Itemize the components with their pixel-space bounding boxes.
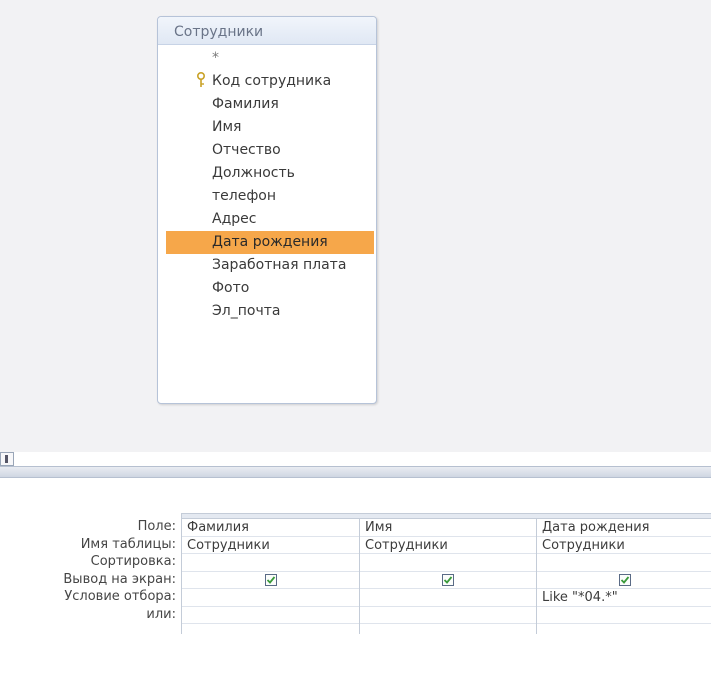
field-item-zarabotnaya-plata[interactable]: Заработная плата bbox=[166, 254, 374, 277]
cell-table[interactable]: Сотрудники bbox=[182, 537, 359, 554]
field-item-telefon[interactable]: телефон bbox=[166, 185, 374, 208]
checkmark-icon bbox=[620, 575, 629, 584]
checkmark-icon bbox=[266, 575, 275, 584]
cell-criteria[interactable]: Like "*04.*" bbox=[537, 589, 711, 607]
cell-table[interactable]: Сотрудники bbox=[537, 537, 711, 554]
pane-splitter[interactable] bbox=[0, 466, 711, 478]
cell-field[interactable]: Фамилия bbox=[182, 519, 359, 537]
query-grid: Поле: Имя таблицы: Сортировка: Вывод на … bbox=[0, 478, 711, 673]
row-label-criteria: Условие отбора: bbox=[64, 589, 176, 604]
cell-field[interactable]: Имя bbox=[360, 519, 536, 537]
cell-table[interactable]: Сотрудники bbox=[360, 537, 536, 554]
field-item-familiya[interactable]: Фамилия bbox=[166, 93, 374, 116]
cell-show[interactable] bbox=[537, 572, 711, 589]
field-item-foto[interactable]: Фото bbox=[166, 277, 374, 300]
table-field-list-window[interactable]: Сотрудники * Код сотрудника Фамилия Имя … bbox=[157, 16, 377, 404]
row-label-or: или: bbox=[146, 606, 176, 622]
grid-column-1: Фамилия Сотрудники bbox=[182, 519, 360, 634]
cell-criteria[interactable] bbox=[182, 589, 359, 607]
show-checkbox[interactable] bbox=[618, 573, 631, 586]
cell-show[interactable] bbox=[360, 572, 536, 589]
cell-show[interactable] bbox=[182, 572, 359, 589]
show-checkbox[interactable] bbox=[264, 573, 277, 586]
cell-sort[interactable] bbox=[537, 554, 711, 572]
field-list: * Код сотрудника Фамилия Имя Отчество До… bbox=[158, 47, 374, 399]
query-design-area: Сотрудники * Код сотрудника Фамилия Имя … bbox=[0, 0, 711, 452]
key-icon bbox=[196, 71, 206, 88]
field-label: Код сотрудника bbox=[212, 73, 332, 89]
cell-or[interactable] bbox=[537, 607, 711, 624]
grid-row-labels: Поле: Имя таблицы: Сортировка: Вывод на … bbox=[0, 518, 180, 623]
cell-criteria[interactable] bbox=[360, 589, 536, 607]
scroll-arrow-icon bbox=[5, 455, 8, 463]
cell-or[interactable] bbox=[360, 607, 536, 624]
grid-columns: Фамилия Сотрудники Имя Сотрудники Дата р… bbox=[181, 513, 711, 634]
row-label-show: Вывод на экран: bbox=[63, 571, 176, 587]
row-label-table: Имя таблицы: bbox=[80, 536, 176, 552]
scroll-left-button[interactable] bbox=[0, 452, 14, 466]
field-item-dolzhnost[interactable]: Должность bbox=[166, 162, 374, 185]
field-item-kod-sotrudnika[interactable]: Код сотрудника bbox=[166, 70, 374, 93]
field-all-star[interactable]: * bbox=[166, 47, 374, 70]
table-title[interactable]: Сотрудники bbox=[158, 17, 376, 45]
grid-column-3: Дата рождения Сотрудники Like "*04.*" bbox=[537, 519, 711, 634]
grid-column-2: Имя Сотрудники bbox=[360, 519, 537, 634]
cell-sort[interactable] bbox=[182, 554, 359, 572]
cell-or[interactable] bbox=[182, 607, 359, 624]
field-item-otchestvo[interactable]: Отчество bbox=[166, 139, 374, 162]
field-item-data-rozhdeniya[interactable]: Дата рождения bbox=[166, 231, 374, 254]
field-item-adres[interactable]: Адрес bbox=[166, 208, 374, 231]
field-item-imya[interactable]: Имя bbox=[166, 116, 374, 139]
field-item-el-pochta[interactable]: Эл_почта bbox=[166, 300, 374, 323]
row-label-sort: Сортировка: bbox=[90, 554, 176, 569]
cell-sort[interactable] bbox=[360, 554, 536, 572]
checkmark-icon bbox=[443, 575, 453, 584]
cell-field[interactable]: Дата рождения bbox=[537, 519, 711, 537]
row-label-field: Поле: bbox=[137, 519, 176, 534]
show-checkbox[interactable] bbox=[442, 573, 454, 586]
